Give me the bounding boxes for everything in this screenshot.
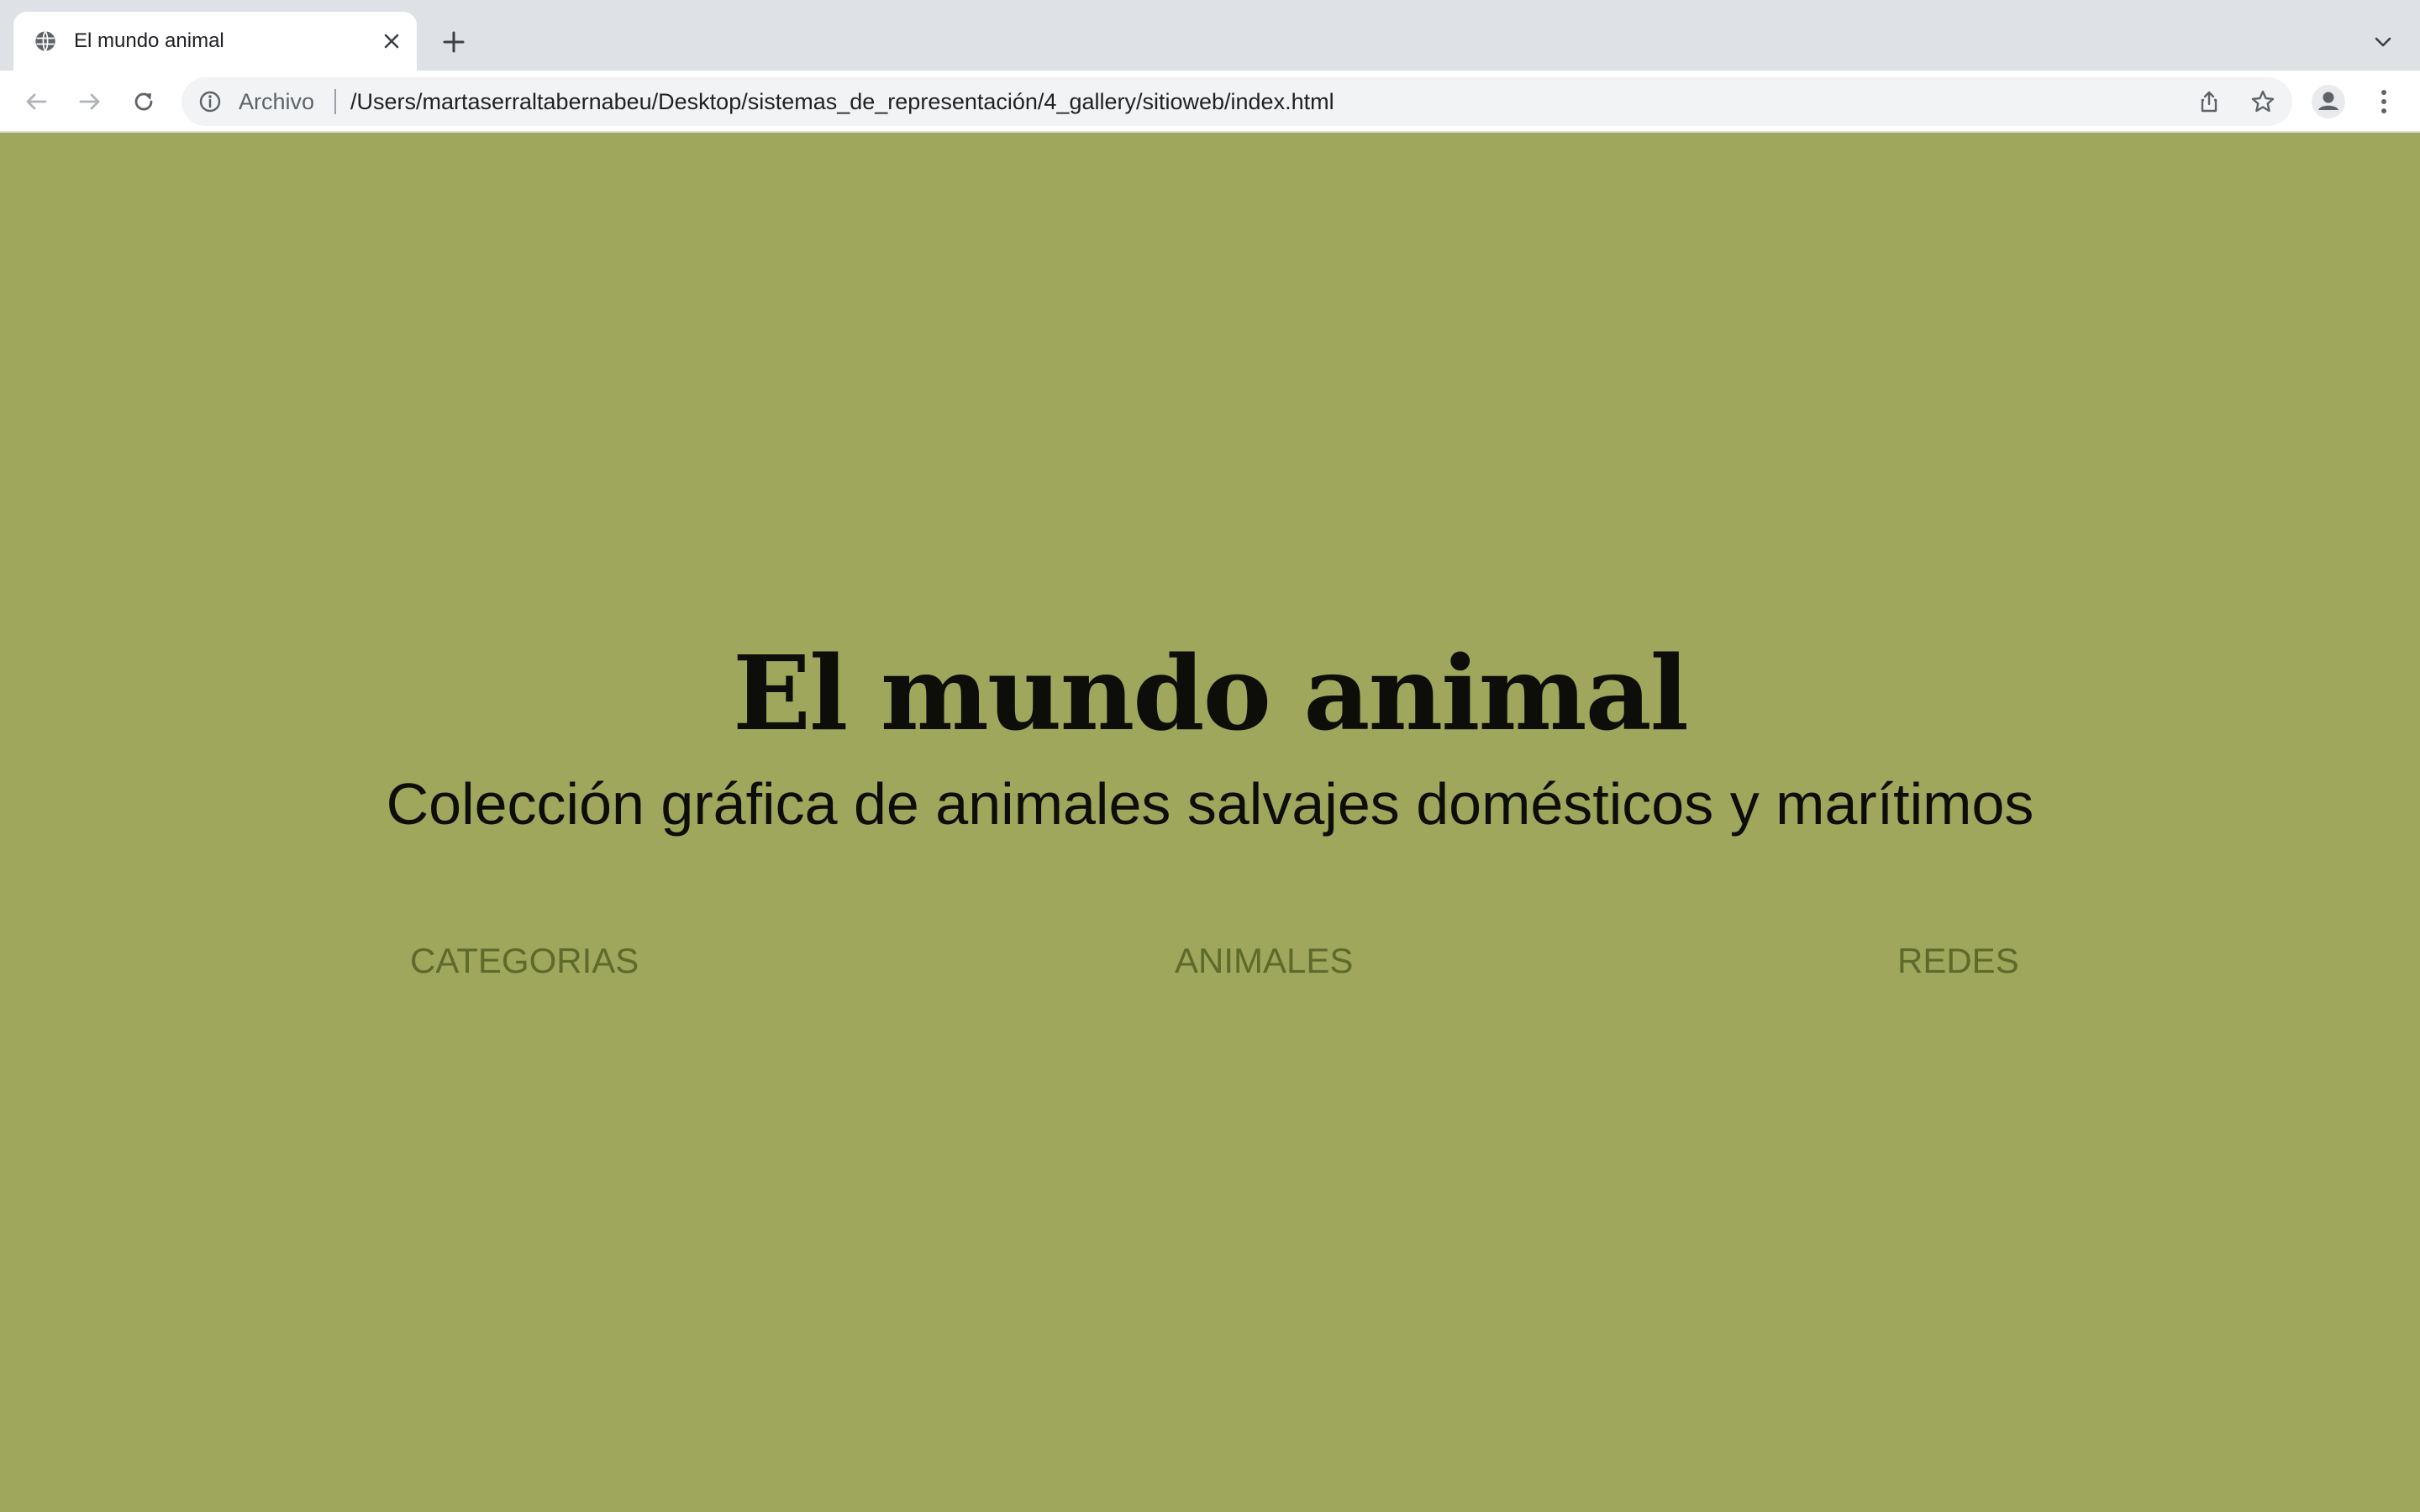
page-title: El mundo animal [732,633,1689,753]
browser-tab-active[interactable]: El mundo animal [13,12,417,71]
browser-menu-button[interactable] [2365,82,2403,121]
share-button[interactable] [2191,84,2227,119]
profile-button[interactable] [2309,82,2348,121]
tab-close-button[interactable] [376,26,407,56]
address-scheme-label: Archivo [239,89,315,114]
nav-link-animales[interactable]: ANIMALES [1175,939,1353,983]
reload-icon [134,92,153,111]
nav-link-redes[interactable]: REDES [1897,939,2019,983]
globe-icon [35,30,55,52]
forward-button[interactable] [71,82,109,121]
person-icon [2312,85,2345,118]
arrow-right-icon [79,93,100,110]
reload-button[interactable] [124,82,163,121]
address-separator [334,89,336,114]
page-subtitle: Colección gráfica de animales salvajes d… [386,771,2034,837]
info-icon[interactable] [198,90,222,113]
bookmark-button[interactable] [2245,84,2281,119]
nav-link-categorias[interactable]: CATEGORIAS [410,939,639,983]
page-viewport: El mundo animal Colección gráfica de ani… [0,133,2420,1512]
back-button[interactable] [17,82,55,121]
tab-strip: El mundo animal [0,0,2420,71]
new-tab-button[interactable] [435,24,472,60]
browser-toolbar: Archivo /Users/martaserraltabernabeu/Des… [0,71,2420,133]
arrow-left-icon [26,93,47,110]
tab-search-button[interactable] [2365,24,2402,60]
address-bar[interactable]: Archivo /Users/martaserraltabernabeu/Des… [182,77,2292,126]
star-icon [2251,90,2275,113]
chevron-down-icon [2375,37,2391,47]
plus-icon [443,31,465,53]
share-icon [2201,91,2217,113]
address-url[interactable]: /Users/martaserraltabernabeu/Desktop/sis… [350,88,1334,115]
kebab-menu-icon [2381,90,2386,113]
tab-title: El mundo animal [74,29,224,52]
close-icon [384,34,399,49]
